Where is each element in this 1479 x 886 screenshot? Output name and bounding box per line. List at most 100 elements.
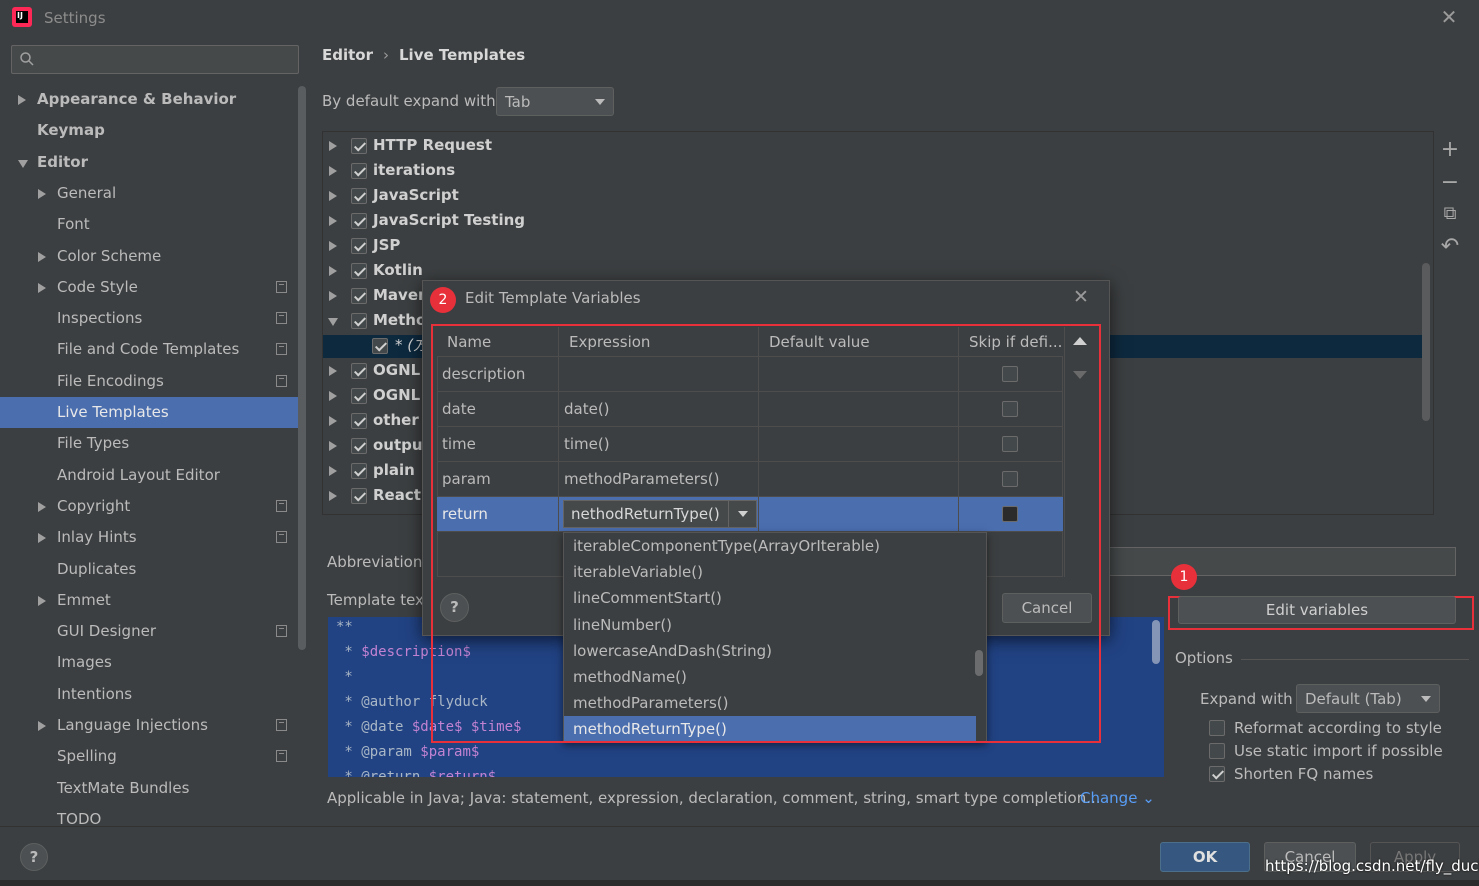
expand-right-icon[interactable] [38, 501, 46, 512]
default-expand-select[interactable]: Tab [496, 87, 614, 116]
group-enabled-checkbox[interactable] [351, 263, 367, 279]
template-group-label: OGNL [373, 386, 421, 404]
template-group-row[interactable]: iterations [323, 158, 1433, 183]
ok-button[interactable]: OK [1160, 842, 1250, 872]
sidebar-item-duplicates[interactable]: Duplicates [0, 554, 300, 585]
group-enabled-checkbox[interactable] [351, 163, 367, 179]
template-text-scrollbar[interactable] [1152, 620, 1160, 664]
template-group-label: HTTP Request [373, 136, 492, 154]
template-group-row[interactable]: JavaScript [323, 183, 1433, 208]
expand-right-icon[interactable] [329, 216, 337, 226]
expand-right-icon[interactable] [18, 95, 26, 105]
sidebar-item-emmet[interactable]: Emmet [0, 585, 300, 616]
expand-right-icon[interactable] [38, 721, 46, 731]
project-scope-icon [276, 343, 287, 356]
expand-right-icon[interactable] [38, 533, 46, 544]
sidebar-item-copyright[interactable]: Copyright [0, 491, 300, 522]
options-label: Options [1175, 649, 1233, 667]
restore-icon[interactable]: ↶ [1436, 233, 1464, 261]
expand-right-icon[interactable] [329, 441, 337, 451]
add-icon[interactable]: + [1436, 136, 1464, 164]
group-enabled-checkbox[interactable] [351, 213, 367, 229]
chevron-down-icon [595, 99, 605, 105]
sidebar-item-android-layout-editor[interactable]: Android Layout Editor [0, 460, 300, 491]
expand-right-icon[interactable] [38, 282, 46, 293]
default-expand-value: Tab [505, 93, 531, 111]
sidebar-item-appearance-behavior[interactable]: Appearance & Behavior [0, 84, 300, 115]
sidebar-item-inlay-hints[interactable]: Inlay Hints [0, 522, 300, 553]
expand-right-icon[interactable] [329, 291, 337, 301]
description-field[interactable] [1100, 547, 1456, 576]
expand-down-icon[interactable] [328, 318, 338, 326]
sidebar-item-spelling[interactable]: Spelling [0, 741, 300, 772]
sidebar-item-editor[interactable]: Editor [0, 147, 300, 178]
group-enabled-checkbox[interactable] [351, 463, 367, 479]
group-enabled-checkbox[interactable] [351, 388, 367, 404]
template-group-label: Metho [373, 311, 427, 329]
group-enabled-checkbox[interactable] [351, 488, 367, 504]
group-enabled-checkbox[interactable] [351, 138, 367, 154]
sidebar-item-keymap[interactable]: Keymap [0, 115, 300, 146]
expand-right-icon[interactable] [329, 266, 337, 276]
expand-right-icon[interactable] [329, 166, 337, 176]
expand-right-icon[interactable] [38, 251, 46, 262]
settings-search-input[interactable] [11, 45, 299, 74]
change-contexts-link[interactable]: Change ⌄ [1080, 789, 1155, 807]
sidebar-item-general[interactable]: General [0, 178, 300, 209]
dialog-footer [0, 826, 1479, 886]
expand-right-icon[interactable] [38, 595, 46, 606]
expand-right-icon[interactable] [329, 466, 337, 476]
sidebar-item-file-and-code-templates[interactable]: File and Code Templates [0, 334, 300, 365]
remove-icon[interactable]: − [1436, 169, 1464, 197]
window-close-icon[interactable]: ✕ [1438, 6, 1460, 28]
tree-scrollbar[interactable] [1422, 263, 1430, 421]
sidebar-item-gui-designer[interactable]: GUI Designer [0, 616, 300, 647]
expand-with-select[interactable]: Default (Tab) [1296, 684, 1440, 713]
expand-right-icon[interactable] [329, 241, 337, 251]
dialog-close-icon[interactable]: ✕ [1070, 286, 1092, 308]
sidebar-item-live-templates[interactable]: Live Templates [0, 397, 300, 428]
expand-right-icon[interactable] [329, 366, 337, 376]
breadcrumb-live-templates: Live Templates [399, 46, 526, 64]
template-group-row[interactable]: HTTP Request [323, 133, 1433, 158]
help-button[interactable]: ? [20, 843, 48, 871]
group-enabled-checkbox[interactable] [351, 188, 367, 204]
edit-variables-button[interactable]: Edit variables [1178, 596, 1456, 624]
template-group-label: JSP [373, 236, 401, 254]
expand-right-icon[interactable] [329, 491, 337, 501]
expand-right-icon[interactable] [329, 141, 337, 151]
sidebar-item-images[interactable]: Images [0, 647, 300, 678]
group-enabled-checkbox[interactable] [372, 338, 388, 354]
search-icon [20, 52, 34, 66]
sidebar-item-file-types[interactable]: File Types [0, 428, 300, 459]
expand-down-icon[interactable] [18, 159, 28, 168]
applicable-contexts-text: Applicable in Java; Java: statement, exp… [327, 789, 1101, 807]
group-enabled-checkbox[interactable] [351, 413, 367, 429]
group-enabled-checkbox[interactable] [351, 438, 367, 454]
sidebar-item-textmate-bundles[interactable]: TextMate Bundles [0, 773, 300, 804]
option-checkbox[interactable] [1209, 720, 1225, 736]
group-enabled-checkbox[interactable] [351, 288, 367, 304]
option-checkbox[interactable] [1209, 743, 1225, 759]
sidebar-scrollbar[interactable] [298, 86, 306, 650]
expand-right-icon[interactable] [329, 416, 337, 426]
group-enabled-checkbox[interactable] [351, 238, 367, 254]
expand-right-icon[interactable] [38, 188, 46, 199]
template-group-row[interactable]: JSP [323, 233, 1433, 258]
sidebar-item-color-scheme[interactable]: Color Scheme [0, 241, 300, 272]
expand-with-value: Default (Tab) [1305, 690, 1402, 708]
group-enabled-checkbox[interactable] [351, 313, 367, 329]
sidebar-item-inspections[interactable]: Inspections [0, 303, 300, 334]
copy-icon[interactable]: ⧉ [1436, 200, 1464, 228]
group-enabled-checkbox[interactable] [351, 363, 367, 379]
expand-right-icon[interactable] [329, 391, 337, 401]
option-checkbox[interactable] [1209, 766, 1225, 782]
template-group-row[interactable]: JavaScript Testing [323, 208, 1433, 233]
sidebar-item-code-style[interactable]: Code Style [0, 272, 300, 303]
sidebar-item-language-injections[interactable]: Language Injections [0, 710, 300, 741]
sidebar-item-file-encodings[interactable]: File Encodings [0, 366, 300, 397]
sidebar-item-intentions[interactable]: Intentions [0, 679, 300, 710]
expand-right-icon[interactable] [329, 191, 337, 201]
sidebar-item-font[interactable]: Font [0, 209, 300, 240]
template-text-line: * [336, 669, 353, 685]
